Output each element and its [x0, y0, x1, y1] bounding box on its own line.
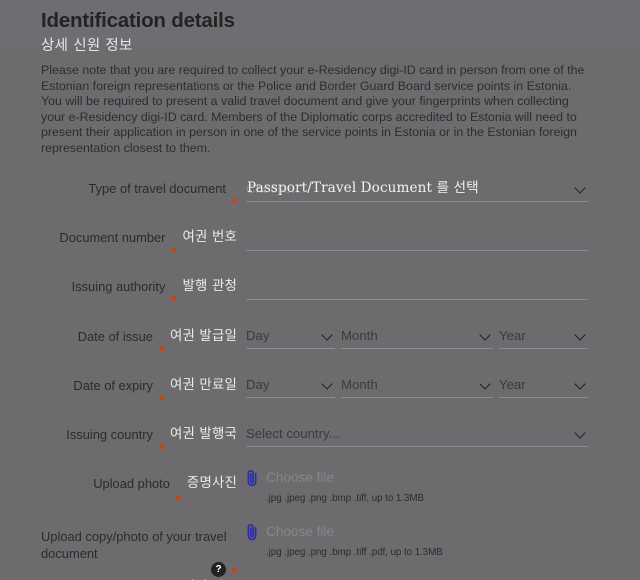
- label-text: Upload copy/photo of your travel documen…: [41, 529, 227, 561]
- chevron-down-icon[interactable]: [576, 429, 586, 435]
- field-row-travel-document-type: Type of travel document Choose... Passpo…: [0, 170, 640, 219]
- chevron-down-icon[interactable]: [481, 331, 491, 337]
- select-value: Year: [499, 377, 526, 392]
- select-value: Day: [246, 377, 270, 392]
- required-marker-icon: [158, 345, 164, 351]
- upload-document-hint: .jpg .jpeg .png .bmp .tiff .pdf, up to 1…: [266, 547, 443, 558]
- label-text: Issuing authority: [71, 279, 166, 294]
- chevron-down-icon[interactable]: [481, 380, 491, 386]
- label-text: Type of travel document: [88, 181, 226, 196]
- page-title: Identification details: [41, 9, 235, 32]
- select-value: Month: [341, 328, 378, 343]
- label-document-number: Document number 여권 번호: [41, 219, 237, 268]
- date-of-issue-year-select[interactable]: Year: [499, 323, 588, 349]
- issuing-authority-input[interactable]: [246, 274, 588, 300]
- date-of-expiry-day-select[interactable]: Day: [246, 372, 335, 398]
- chevron-down-icon[interactable]: [576, 380, 586, 386]
- field-row-upload-document: Upload copy/photo of your travel documen…: [0, 518, 640, 577]
- required-marker-icon: [158, 394, 164, 400]
- upload-photo-hint: .jpg .jpeg .png .bmp .tiff, up to 1.3MB: [266, 493, 424, 504]
- label-text-korean: 여권 번호: [182, 230, 237, 245]
- label-text: Issuing country: [66, 427, 153, 442]
- paperclip-icon: [247, 469, 257, 487]
- label-date-of-issue: Date of issue 여권 발급일: [41, 317, 237, 366]
- field-row-issuing-authority: Issuing authority 발행 관청: [0, 268, 640, 317]
- field-issuing-authority: [246, 274, 588, 300]
- required-marker-icon: [175, 495, 181, 500]
- field-date-of-issue: Day Month Year: [246, 323, 588, 349]
- required-marker-icon: [171, 296, 177, 301]
- label-issuing-authority: Issuing authority 발행 관청: [41, 268, 237, 317]
- select-value: Day: [246, 328, 270, 343]
- field-date-of-expiry: Day Month Year: [246, 372, 588, 398]
- field-row-upload-photo: Upload photo 증명사진 Choose file .jpg .jpeg…: [0, 464, 640, 518]
- date-of-expiry-year-select[interactable]: Year: [499, 372, 588, 398]
- chevron-down-icon[interactable]: [323, 331, 333, 337]
- chevron-down-icon[interactable]: [576, 184, 586, 190]
- upload-photo-button[interactable]: Choose file: [246, 468, 588, 488]
- field-upload-photo: Choose file .jpg .jpeg .png .bmp .tiff, …: [246, 468, 588, 505]
- identification-details-page: Identification details 상세 신원 정보 Please n…: [0, 0, 640, 580]
- label-travel-document-type: Type of travel document: [41, 170, 237, 219]
- field-row-document-number: Document number 여권 번호: [0, 219, 640, 268]
- label-text-korean: 여권 만료일: [169, 378, 237, 393]
- field-row-issuing-country: Issuing country 여권 발행국 Select country...: [0, 415, 640, 464]
- page-title-korean: 상세 신원 정보: [41, 38, 133, 54]
- label-text-korean: 발행 관청: [182, 279, 237, 294]
- select-placeholder: Select country...: [246, 426, 340, 441]
- required-marker-icon: [171, 247, 177, 252]
- upload-document-button[interactable]: Choose file: [246, 522, 588, 542]
- label-text: Document number: [59, 230, 166, 245]
- label-issuing-country: Issuing country 여권 발행국: [41, 415, 237, 464]
- document-number-input[interactable]: [246, 225, 588, 251]
- label-upload-document: Upload copy/photo of your travel documen…: [41, 518, 237, 577]
- chevron-down-icon[interactable]: [576, 331, 586, 337]
- label-text-korean: 여권 발행국: [169, 427, 237, 442]
- date-of-expiry-month-select[interactable]: Month: [341, 372, 493, 398]
- chevron-down-icon[interactable]: [323, 380, 333, 386]
- label-text: Date of expiry: [73, 378, 153, 393]
- select-value: Month: [341, 377, 378, 392]
- page-heading: Identification details 상세 신원 정보: [41, 8, 601, 57]
- label-upload-photo: Upload photo 증명사진: [41, 464, 237, 518]
- intro-paragraph: Please note that you are required to col…: [41, 63, 585, 155]
- identification-form: Type of travel document Choose... Passpo…: [0, 170, 640, 577]
- choose-file-label: Choose file: [266, 524, 335, 539]
- travel-document-type-select[interactable]: Choose... Passport/Travel Document 를 선택: [246, 176, 588, 202]
- label-date-of-expiry: Date of expiry 여권 만료일: [41, 366, 237, 415]
- label-text: Upload photo: [93, 476, 170, 491]
- required-marker-icon: [232, 568, 237, 573]
- label-text: Date of issue: [77, 329, 153, 344]
- required-marker-icon: [158, 443, 164, 449]
- select-korean-overlay: Passport/Travel Document 를 선택: [247, 180, 479, 196]
- paperclip-icon: [247, 523, 257, 541]
- field-row-date-of-expiry: Date of expiry 여권 만료일 Day Month Year: [0, 366, 640, 415]
- help-icon[interactable]: ?: [211, 562, 226, 577]
- date-of-issue-month-select[interactable]: Month: [341, 323, 493, 349]
- field-document-number: [246, 225, 588, 251]
- label-text-korean: 증명사진: [186, 476, 237, 491]
- select-value: Year: [499, 328, 526, 343]
- required-marker-icon: [232, 198, 237, 203]
- field-row-date-of-issue: Date of issue 여권 발급일 Day Month Year: [0, 317, 640, 366]
- field-travel-document-type: Choose... Passport/Travel Document 를 선택: [246, 176, 588, 202]
- issuing-country-select[interactable]: Select country...: [246, 421, 588, 447]
- field-issuing-country: Select country...: [246, 421, 588, 447]
- field-upload-document: Choose file .jpg .jpeg .png .bmp .tiff .…: [246, 522, 588, 559]
- label-text-korean: 여권 발급일: [169, 329, 237, 344]
- date-of-issue-day-select[interactable]: Day: [246, 323, 335, 349]
- choose-file-label: Choose file: [266, 470, 335, 485]
